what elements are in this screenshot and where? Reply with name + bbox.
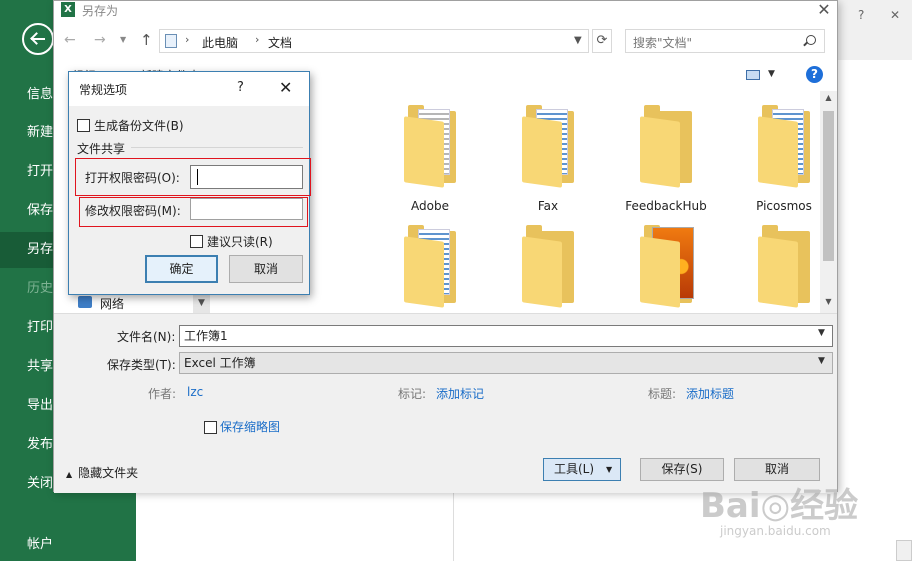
scroll-up-icon[interactable]: ▲ bbox=[820, 93, 837, 102]
folder-icon bbox=[640, 105, 698, 188]
save-thumbnail-checkbox[interactable] bbox=[204, 421, 217, 434]
folder-item[interactable] bbox=[732, 215, 826, 313]
folder-item[interactable] bbox=[614, 215, 718, 313]
folder-icon bbox=[640, 225, 698, 308]
folder-item[interactable]: Fax bbox=[496, 95, 600, 225]
computer-icon bbox=[165, 34, 177, 48]
window-help-icon[interactable]: ? bbox=[858, 8, 864, 22]
cancel-button[interactable]: 取消 bbox=[229, 255, 303, 283]
up-arrow-icon[interactable]: ↑ bbox=[140, 31, 153, 49]
folder-item[interactable] bbox=[378, 215, 482, 313]
forward-icon[interactable]: → bbox=[94, 32, 106, 48]
close-icon[interactable]: ✕ bbox=[279, 78, 292, 97]
search-placeholder: 搜索"文档" bbox=[633, 36, 693, 50]
hide-folders-label: 隐藏文件夹 bbox=[78, 466, 139, 480]
window-controls: ? ✕ bbox=[838, 0, 912, 60]
folder-icon bbox=[758, 225, 816, 308]
nav-item-network[interactable]: 网络 bbox=[68, 292, 213, 314]
excel-icon: X bbox=[61, 2, 75, 17]
save-as-title: 另存为 bbox=[82, 4, 119, 18]
network-icon bbox=[78, 296, 92, 308]
file-name-input[interactable]: 工作簿1 bbox=[179, 325, 833, 347]
file-list-scrollbar[interactable]: ▲ ▼ bbox=[820, 91, 837, 313]
folder-icon bbox=[404, 225, 462, 308]
general-options-dialog: 常规选项 ? ✕ 生成备份文件(B) 文件共享 打开权限密码(O): 修改权限密… bbox=[68, 71, 311, 295]
tools-label: 工具(L) bbox=[554, 462, 595, 476]
chevron-down-icon[interactable]: ▼ bbox=[818, 328, 825, 338]
file-sharing-label: 文件共享 bbox=[77, 142, 126, 156]
modify-password-input[interactable] bbox=[190, 198, 303, 220]
general-options-titlebar: 常规选项 ? ✕ bbox=[69, 72, 309, 106]
save-as-titlebar: X 另存为 ✕ bbox=[54, 1, 837, 23]
folder-icon bbox=[522, 225, 580, 308]
scroll-down-icon[interactable]: ▼ bbox=[820, 297, 837, 306]
breadcrumb-documents[interactable]: 文档 bbox=[268, 34, 292, 51]
close-icon[interactable]: ✕ bbox=[814, 1, 834, 19]
backup-label[interactable]: 生成备份文件(B) bbox=[94, 117, 184, 134]
ok-button[interactable]: 确定 bbox=[145, 255, 218, 283]
file-name-label: 文件名(N): bbox=[117, 330, 176, 344]
window-close-icon[interactable]: ✕ bbox=[890, 8, 900, 22]
author-label: 作者: bbox=[148, 387, 177, 401]
view-icon[interactable] bbox=[746, 70, 760, 80]
author-value[interactable]: lzc bbox=[187, 385, 203, 399]
open-password-input[interactable] bbox=[190, 165, 303, 189]
watermark-url: jingyan.baidu.com bbox=[720, 524, 831, 538]
chevron-right-icon[interactable]: › bbox=[185, 33, 189, 46]
folder-item[interactable]: Picosmos bbox=[732, 95, 826, 225]
tools-button[interactable]: 工具(L) ▼ bbox=[543, 458, 621, 481]
divider bbox=[131, 147, 303, 148]
dialog-title: 常规选项 bbox=[79, 83, 128, 97]
folder-icon bbox=[758, 105, 816, 188]
backup-checkbox[interactable] bbox=[77, 119, 90, 132]
folder-icon bbox=[404, 105, 462, 188]
folder-item[interactable]: FeedbackHub bbox=[614, 95, 718, 225]
save-options-pane: 文件名(N): 工作簿1 ▼ 保存类型(T): Excel 工作簿 ▼ 作者: … bbox=[54, 313, 837, 493]
chevron-down-icon[interactable]: ▼ bbox=[193, 293, 210, 313]
tags-label: 标记: bbox=[398, 387, 427, 401]
chevron-down-icon[interactable]: ▼ bbox=[768, 69, 775, 79]
backstage-item-account[interactable]: 帐户 bbox=[0, 527, 136, 561]
help-icon[interactable]: ? bbox=[237, 80, 244, 95]
chevron-up-icon: ▲ bbox=[66, 470, 73, 479]
chevron-right-icon[interactable]: › bbox=[255, 33, 259, 46]
folder-item[interactable] bbox=[496, 215, 600, 313]
breadcrumb-this-pc[interactable]: 此电脑 bbox=[202, 34, 238, 51]
folder-label: Adobe bbox=[411, 199, 449, 213]
address-bar[interactable]: › 此电脑 › 文档 ▼ bbox=[159, 29, 589, 53]
back-icon[interactable]: ← bbox=[64, 32, 76, 48]
refresh-button[interactable]: ⟳ bbox=[592, 29, 612, 53]
save-thumbnail-label[interactable]: 保存缩略图 bbox=[220, 418, 280, 435]
nav-item-label: 网络 bbox=[100, 297, 125, 311]
chevron-down-icon: ▼ bbox=[606, 465, 613, 474]
search-input[interactable]: 搜索"文档" bbox=[625, 29, 825, 53]
title-label: 标题: bbox=[648, 387, 677, 401]
chevron-down-icon[interactable]: ▼ bbox=[574, 35, 582, 46]
divider bbox=[453, 490, 454, 561]
modify-password-label: 修改权限密码(M): bbox=[85, 204, 181, 218]
search-icon[interactable] bbox=[806, 35, 816, 45]
file-type-label: 保存类型(T): bbox=[107, 358, 176, 372]
file-type-select[interactable]: Excel 工作簿 bbox=[179, 352, 833, 374]
chevron-down-icon[interactable]: ▼ bbox=[818, 356, 825, 366]
help-icon[interactable]: ? bbox=[806, 66, 823, 83]
folder-item[interactable]: Adobe bbox=[378, 95, 482, 225]
scroll-thumb[interactable] bbox=[823, 111, 834, 261]
read-only-label[interactable]: 建议只读(R) bbox=[207, 233, 273, 250]
read-only-checkbox[interactable] bbox=[190, 235, 203, 248]
folder-icon bbox=[522, 105, 580, 188]
hide-folders-toggle[interactable]: ▲ 隐藏文件夹 bbox=[66, 464, 138, 481]
back-arrow-icon[interactable] bbox=[22, 23, 54, 55]
chevron-down-icon[interactable]: ▼ bbox=[120, 35, 126, 44]
folder-label: FeedbackHub bbox=[625, 199, 707, 213]
watermark-logo: Bai◎经验 bbox=[700, 486, 859, 526]
watermark: Bai◎经验 jingyan.baidu.com bbox=[700, 478, 900, 548]
add-title-link[interactable]: 添加标题 bbox=[686, 385, 734, 402]
open-password-label: 打开权限密码(O): bbox=[85, 171, 180, 185]
folder-label: Fax bbox=[537, 199, 559, 213]
text-caret bbox=[197, 169, 198, 185]
add-tags-link[interactable]: 添加标记 bbox=[436, 385, 484, 402]
folder-label: Picosmos bbox=[756, 199, 812, 213]
